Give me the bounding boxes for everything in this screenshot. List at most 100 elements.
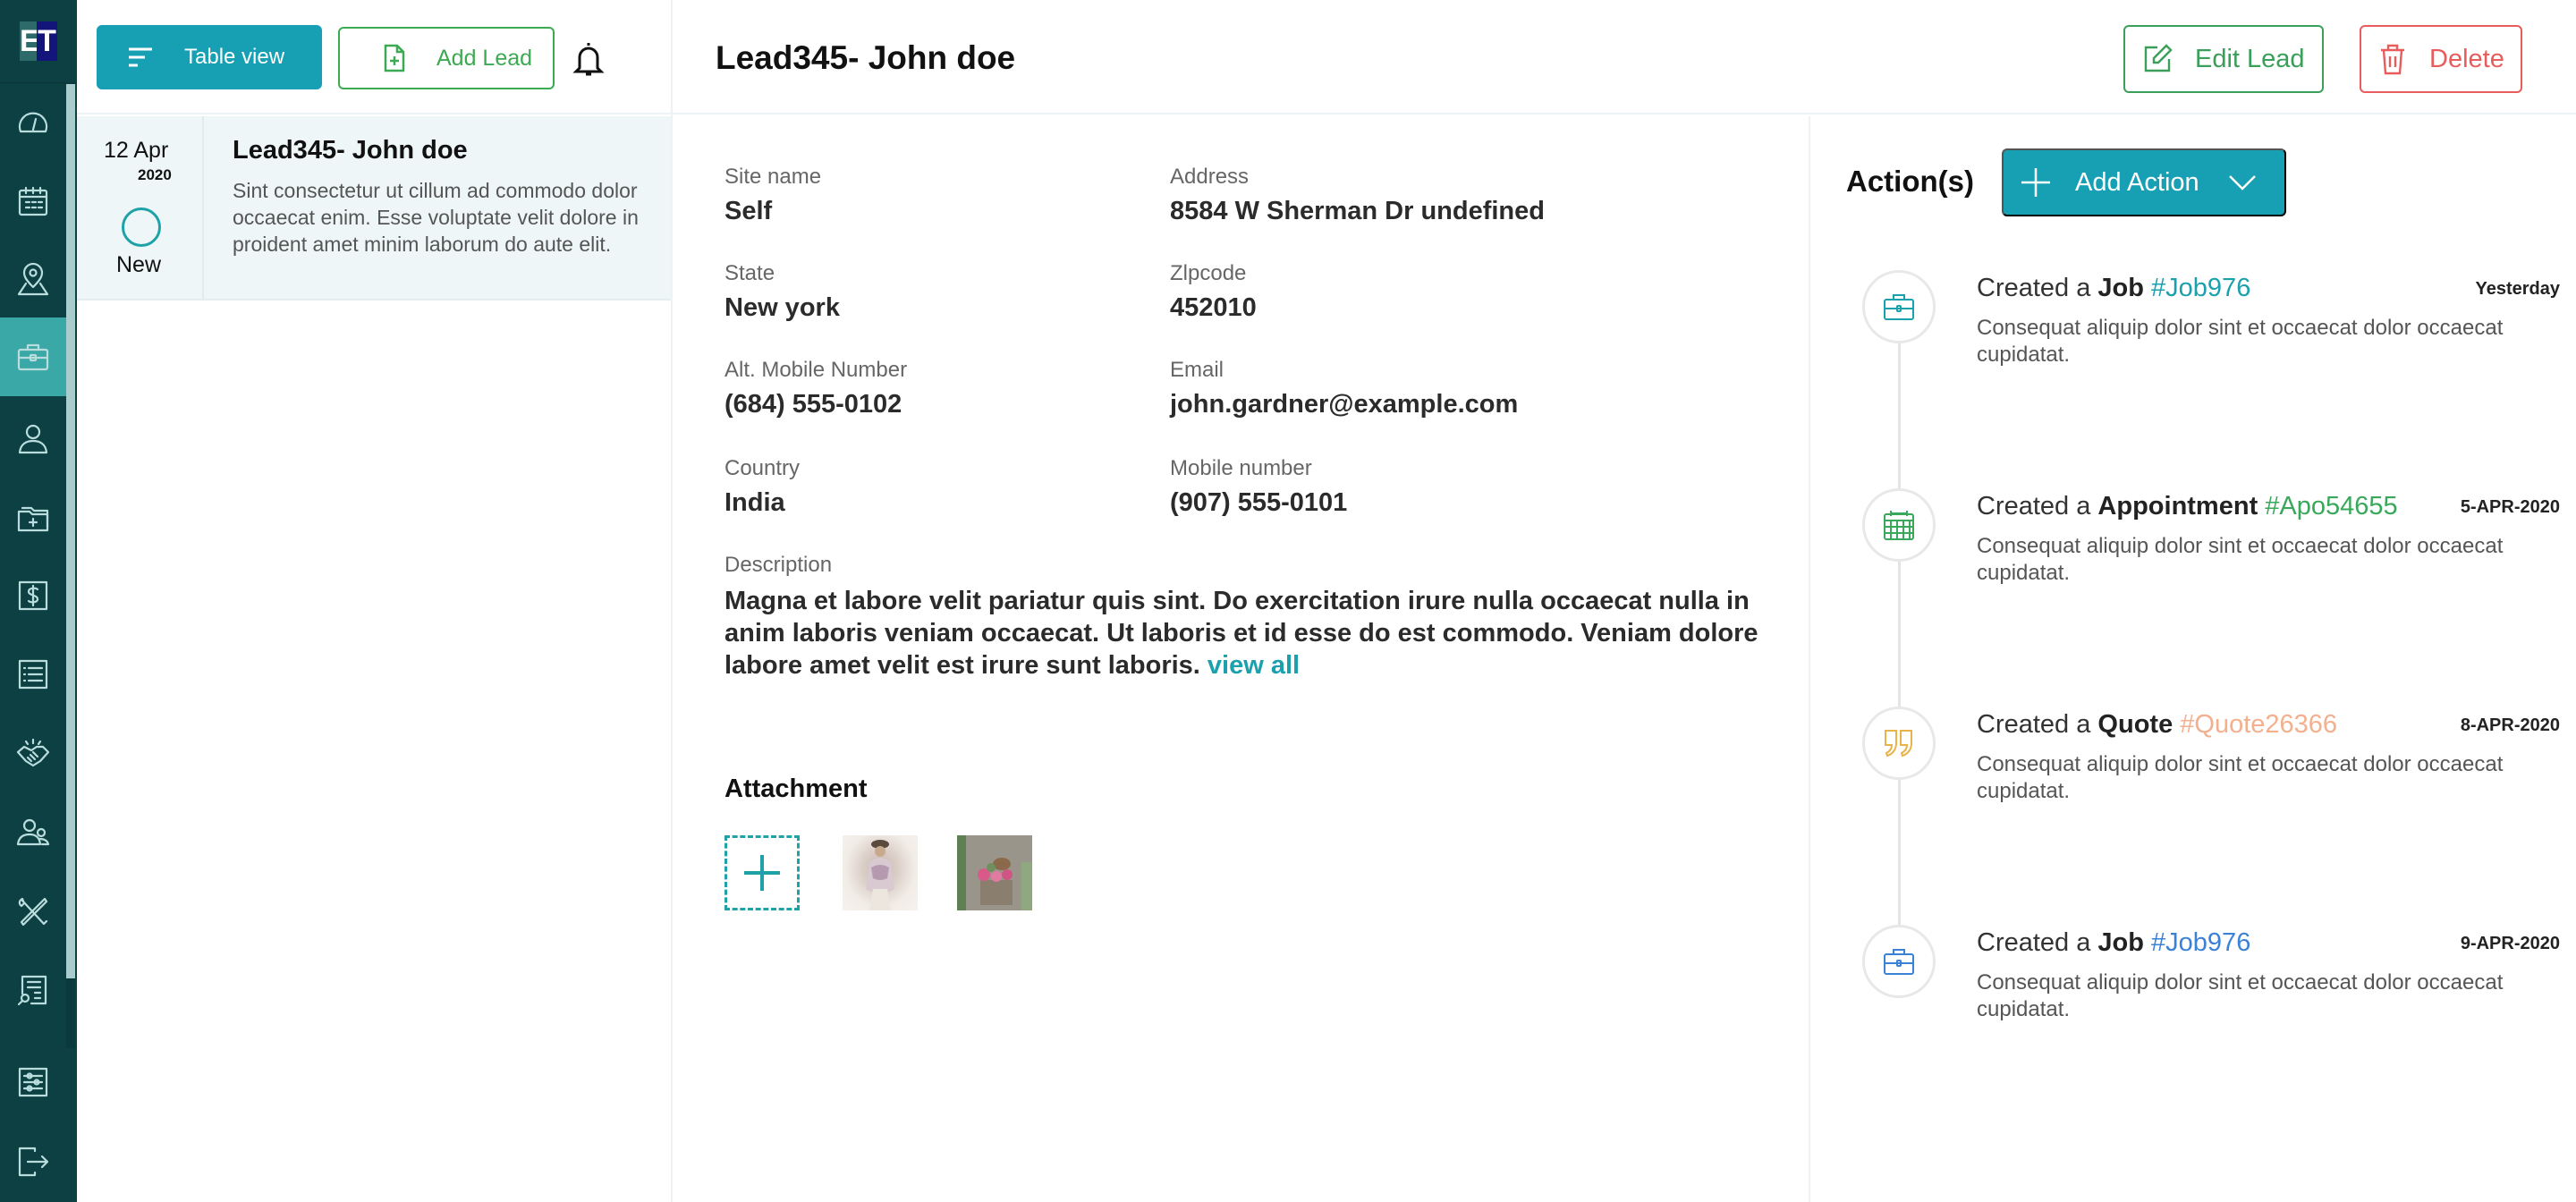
lead-details: Site name Self Address 8584 W Sherman Dr… bbox=[673, 116, 1810, 1202]
timeline-date: 5-APR-2020 bbox=[2460, 497, 2560, 517]
add-attachment-button[interactable] bbox=[724, 835, 800, 910]
map-pin-icon bbox=[17, 262, 49, 296]
sidebar-item-calendar[interactable] bbox=[0, 162, 66, 241]
sidebar-item-folders[interactable] bbox=[0, 478, 66, 556]
app-logo[interactable]: E T bbox=[20, 21, 57, 61]
logo-letter-e: E bbox=[20, 21, 40, 61]
lead-list-item[interactable]: 12 Apr 2020 New Lead345- John doe Sint c… bbox=[77, 116, 671, 300]
timeline-ref-link[interactable]: #Quote26366 bbox=[2180, 710, 2337, 739]
sidebar-item-map[interactable] bbox=[0, 241, 66, 319]
attachment-title: Attachment bbox=[724, 775, 868, 803]
timeline-description: Consequat aliquip dolor sint et occaecat… bbox=[1977, 534, 2504, 585]
lead-detail: Lead345- John doe Edit Lead Delete Site … bbox=[673, 0, 2576, 1202]
sidebar-item-users[interactable] bbox=[0, 399, 66, 478]
sidebar-scrollbar-thumb[interactable] bbox=[66, 84, 75, 978]
timeline-date: 8-APR-2020 bbox=[2460, 715, 2560, 735]
timeline-icon bbox=[1862, 925, 1936, 998]
sort-lines-icon bbox=[129, 47, 152, 67]
timeline-date: Yesterday bbox=[2475, 279, 2560, 299]
lead-list-panel: Table view Add Lead 12 Apr 2020 New Lead… bbox=[77, 0, 673, 1202]
sidebar-item-reports[interactable] bbox=[0, 951, 66, 1029]
timeline-description: Consequat aliquip dolor sint et occaecat… bbox=[1977, 970, 2504, 1021]
calendar-icon bbox=[18, 186, 48, 216]
detail-header: Lead345- John doe Edit Lead Delete bbox=[673, 0, 2576, 114]
file-add-icon bbox=[384, 44, 405, 72]
timeline-prefix: Created a bbox=[1977, 710, 2091, 739]
sidebar-item-jobs[interactable] bbox=[0, 317, 66, 396]
logout-icon bbox=[18, 1147, 49, 1177]
description-label: Description bbox=[724, 553, 833, 577]
table-view-button[interactable]: Table view bbox=[97, 25, 322, 89]
lead-item-title: Lead345- John doe bbox=[233, 136, 468, 165]
sidebar-item-logout[interactable] bbox=[0, 1122, 66, 1201]
bell-icon bbox=[572, 43, 605, 76]
briefcase-icon bbox=[1884, 949, 1914, 975]
field-label: Alt. Mobile Number bbox=[724, 358, 908, 382]
sidebar-item-tools[interactable] bbox=[0, 872, 66, 951]
table-view-label: Table view bbox=[184, 45, 285, 69]
dollar-icon bbox=[18, 580, 48, 611]
lead-status: New bbox=[116, 252, 162, 277]
lead-date: 12 Apr bbox=[104, 138, 169, 163]
timeline-type: Job bbox=[2097, 274, 2144, 302]
add-lead-button[interactable]: Add Lead bbox=[338, 27, 555, 89]
folder-add-icon bbox=[17, 506, 49, 532]
field-mobile: Mobile number (907) 555-0101 bbox=[1170, 456, 1347, 518]
delete-button[interactable]: Delete bbox=[2360, 25, 2522, 93]
user-icon bbox=[18, 424, 48, 454]
view-all-link[interactable]: view all bbox=[1208, 651, 1300, 680]
timeline-type: Quote bbox=[2097, 710, 2174, 739]
field-value: (907) 555-0101 bbox=[1170, 488, 1348, 517]
chevron-down-icon bbox=[2228, 175, 2256, 190]
add-lead-label: Add Lead bbox=[436, 45, 533, 71]
sidebar-item-dashboard[interactable] bbox=[0, 83, 66, 162]
lead-item-description: Sint consectetur ut cillum ad commodo do… bbox=[233, 179, 639, 256]
briefcase-icon bbox=[1884, 294, 1914, 320]
timeline-ref-link[interactable]: #Apo54655 bbox=[2265, 492, 2397, 521]
actions-panel: Action(s) Add Action Created a Job #Job9… bbox=[1810, 116, 2576, 1202]
field-label: Country bbox=[724, 456, 801, 480]
field-value: john.gardner@example.com bbox=[1170, 390, 1519, 419]
field-label: Zlpcode bbox=[1170, 261, 1247, 285]
field-alt-mobile: Alt. Mobile Number (684) 555-0102 bbox=[724, 358, 907, 419]
field-value: Self bbox=[724, 197, 773, 225]
timeline-ref-link[interactable]: #Job976 bbox=[2151, 928, 2250, 957]
trash-icon bbox=[2381, 44, 2404, 75]
team-icon bbox=[16, 818, 50, 846]
sidebar-item-team[interactable] bbox=[0, 793, 66, 872]
field-value: New york bbox=[724, 293, 840, 322]
sidebar-item-list[interactable] bbox=[0, 635, 66, 714]
sidebar: E T bbox=[0, 0, 77, 1202]
timeline-prefix: Created a bbox=[1977, 274, 2091, 302]
sidebar-item-billing[interactable] bbox=[0, 556, 66, 635]
lead-date-column: 12 Apr 2020 New bbox=[77, 116, 204, 300]
timeline-heading: Created a Appointment #Apo54655 bbox=[1977, 492, 2398, 521]
portrait-image bbox=[866, 840, 894, 910]
handshake-icon bbox=[16, 738, 50, 767]
report-search-icon bbox=[17, 975, 47, 1006]
field-value: (684) 555-0102 bbox=[724, 390, 902, 419]
field-label: Email bbox=[1170, 358, 1224, 382]
field-state: State New york bbox=[724, 261, 840, 323]
field-label: Site name bbox=[724, 165, 822, 189]
field-country: Country India bbox=[724, 456, 800, 518]
notifications-button[interactable] bbox=[571, 39, 606, 79]
sidebar-item-settings[interactable] bbox=[0, 1043, 66, 1122]
attachment-thumbnail-portrait[interactable] bbox=[843, 835, 918, 910]
timeline-item: Created a Quote #Quote26366 8-APR-2020 C… bbox=[1862, 707, 2560, 832]
timeline-ref-link[interactable]: #Job976 bbox=[2151, 274, 2250, 302]
list-icon bbox=[18, 659, 48, 690]
timeline-prefix: Created a bbox=[1977, 492, 2091, 521]
timeline-heading: Created a Job #Job976 bbox=[1977, 928, 2250, 958]
briefcase-icon bbox=[17, 343, 49, 371]
app: E T Table view Add Lead 12 Apr 2020 New … bbox=[0, 0, 2576, 1202]
add-action-label: Add Action bbox=[2075, 167, 2199, 197]
sidebar-item-deals[interactable] bbox=[0, 715, 66, 793]
timeline-icon bbox=[1862, 707, 1936, 780]
timeline-heading: Created a Job #Job976 bbox=[1977, 274, 2250, 303]
edit-lead-button[interactable]: Edit Lead bbox=[2123, 25, 2324, 93]
flowers-image bbox=[957, 835, 1032, 910]
field-label: State bbox=[724, 261, 775, 285]
attachment-thumbnail-flowers[interactable] bbox=[957, 835, 1032, 910]
add-action-dropdown[interactable]: Add Action bbox=[2002, 148, 2286, 216]
